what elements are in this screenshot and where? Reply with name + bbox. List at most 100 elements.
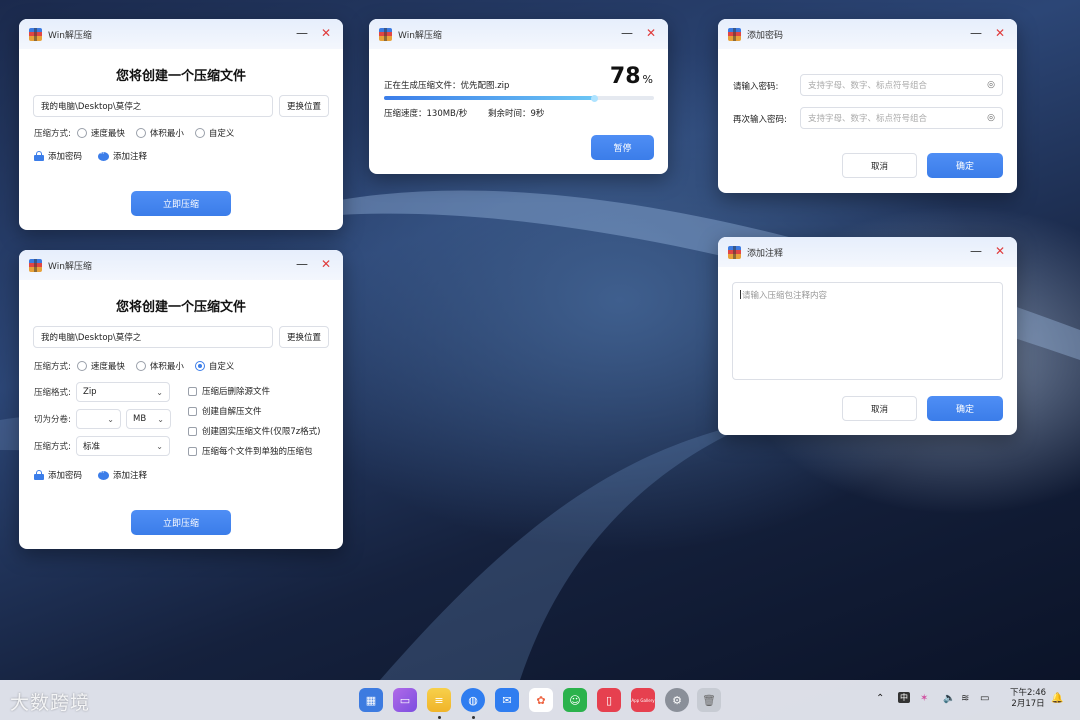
files-icon[interactable]: ▭ [393,688,417,712]
app-logo-icon [728,27,741,41]
mode-option-custom[interactable]: 自定义 [194,127,234,139]
checkbox-delete-source[interactable]: 压缩后删除源文件 [188,385,270,397]
confirm-password-input[interactable]: 支持字母、数字、标点符号组合 ◎ [800,107,1003,129]
add-password-link[interactable]: 添加密码 [34,469,82,481]
chevron-down-icon: ⌄ [107,414,114,424]
input-method-indicator[interactable]: 中 [898,692,910,703]
clock[interactable]: 下午2:46 2月17日 [1010,688,1046,710]
mode-option-smallest[interactable]: 体积最小 [135,360,184,372]
clock-time: 下午2:46 [1010,688,1047,698]
extras-row: 添加密码 添加注释 [34,468,158,481]
radio-icon[interactable] [135,361,146,371]
window-title: Win解压缩 [398,30,442,41]
title-bar[interactable]: Win解压缩 — ✕ [369,19,668,49]
clock-date: 2月17日 [1011,699,1045,709]
minimize-icon[interactable]: — [969,27,983,41]
close-icon[interactable]: ✕ [993,26,1007,40]
gallery-icon[interactable]: ✿ [529,688,553,712]
radio-selected-icon[interactable] [194,361,205,371]
minimize-icon[interactable]: — [969,245,983,259]
mail-icon[interactable]: ✉ [495,688,519,712]
assistant-icon[interactable]: ✶ [920,693,928,704]
ok-button[interactable]: 确定 [927,153,1003,178]
cancel-button[interactable]: 取消 [842,396,917,421]
trash-icon[interactable]: 🗑 [697,688,721,712]
checkbox-icon[interactable] [188,426,197,436]
level-label: 压缩方式: [34,442,71,452]
title-bar[interactable]: Win解压缩 — ✕ [19,250,343,280]
app-grid-icon[interactable]: ▦ [359,688,383,712]
wifi-icon[interactable]: ≋ [961,693,969,704]
format-label: 压缩格式: [34,388,71,398]
app-gallery-icon[interactable]: App Gallery [631,688,655,712]
mode-option-custom[interactable]: 自定义 [194,360,234,372]
taskbar: ▦ ▭ ≡ ◍ ✉ ✿ ☺ ▯ App Gallery ⚙ 🗑 ⌃ 中 ✶ 🔈 … [0,680,1080,720]
minimize-icon[interactable]: — [620,27,634,41]
books-icon[interactable]: ▯ [597,688,621,712]
cancel-button[interactable]: 取消 [842,153,917,178]
mode-option-fastest[interactable]: 速度最快 [76,360,125,372]
battery-icon: ▭ [980,693,990,704]
dialog-title: 添加密码 [747,30,784,41]
mode-option-fastest[interactable]: 速度最快 [76,127,125,139]
radio-icon[interactable] [194,128,205,138]
close-icon[interactable]: ✕ [319,26,333,40]
mode-option-smallest[interactable]: 体积最小 [135,127,184,139]
comment-textarea[interactable]: 请输入压缩包注释内容 [732,282,1003,380]
password-input[interactable]: 支持字母、数字、标点符号组合 ◎ [800,74,1003,96]
eye-hidden-icon[interactable]: ◎ [987,113,995,123]
path-input[interactable]: 我的电脑\Desktop\莫停之 [33,326,273,348]
add-password-dialog: 添加密码 — ✕ 请输入密码: 支持字母、数字、标点符号组合 ◎ 再次输入密码:… [718,19,1017,193]
change-location-button[interactable]: 更换位置 [279,95,329,117]
notification-bell-icon[interactable]: 🔔 [1051,693,1063,704]
checkbox-solid-archive[interactable]: 创建固实压缩文件(仅限7z格式) [188,425,321,437]
percent-value: 78 [609,64,641,89]
checkbox-separate-archives[interactable]: 压缩每个文件到单独的压缩包 [188,445,313,457]
title-bar[interactable]: 添加注释 — ✕ [718,237,1017,267]
compress-mode-label: 压缩方式: [34,362,71,372]
radio-icon[interactable] [135,128,146,138]
minimize-icon[interactable]: — [295,258,309,272]
app-gallery-label: App Gallery [631,697,655,703]
pause-button[interactable]: 暂停 [591,135,654,160]
add-comment-link[interactable]: 添加注释 [98,149,147,162]
radio-icon[interactable] [76,361,87,371]
checkbox-icon[interactable] [188,386,197,396]
app-logo-icon [728,245,741,259]
format-select[interactable]: Zip ⌄ [76,382,170,402]
split-size-select[interactable]: ⌄ [76,409,121,429]
title-bar[interactable]: 添加密码 — ✕ [718,19,1017,49]
level-row: 压缩方式: 标准 ⌄ [34,436,170,456]
change-location-button[interactable]: 更换位置 [279,326,329,348]
radio-icon[interactable] [76,128,87,138]
title-bar[interactable]: Win解压缩 — ✕ [19,19,343,49]
volume-icon[interactable]: 🔈 [943,693,955,704]
settings-icon[interactable]: ⚙ [665,688,689,712]
level-select[interactable]: 标准 ⌄ [76,436,170,456]
eye-hidden-icon[interactable]: ◎ [987,80,995,90]
close-icon[interactable]: ✕ [319,257,333,271]
compress-window-custom: Win解压缩 — ✕ 您将创建一个压缩文件 我的电脑\Desktop\莫停之 更… [19,250,343,549]
compress-now-button[interactable]: 立即压缩 [131,510,231,535]
messages-icon[interactable]: ☺ [563,688,587,712]
minimize-icon[interactable]: — [295,27,309,41]
checkbox-icon[interactable] [188,446,197,456]
page-title: 您将创建一个压缩文件 [115,69,246,84]
add-password-link[interactable]: 添加密码 [34,150,82,162]
close-icon[interactable]: ✕ [993,244,1007,258]
running-indicator [472,716,475,719]
browser-icon[interactable]: ◍ [461,688,485,712]
notes-icon[interactable]: ≡ [427,688,451,712]
ok-button[interactable]: 确定 [927,396,1003,421]
chevron-up-icon[interactable]: ⌃ [876,693,884,704]
path-input[interactable]: 我的电脑\Desktop\莫停之 [33,95,273,117]
split-unit-select[interactable]: MB ⌄ [126,409,171,429]
lock-icon [34,151,44,161]
add-comment-link[interactable]: 添加注释 [98,468,147,481]
close-icon[interactable]: ✕ [644,26,658,40]
checkbox-self-extract[interactable]: 创建自解压文件 [188,405,262,417]
remaining-time-text: 剩余时间：9秒 [488,109,545,119]
checkbox-icon[interactable] [188,406,197,416]
compress-now-button[interactable]: 立即压缩 [131,191,231,216]
progress-bar [384,94,654,102]
